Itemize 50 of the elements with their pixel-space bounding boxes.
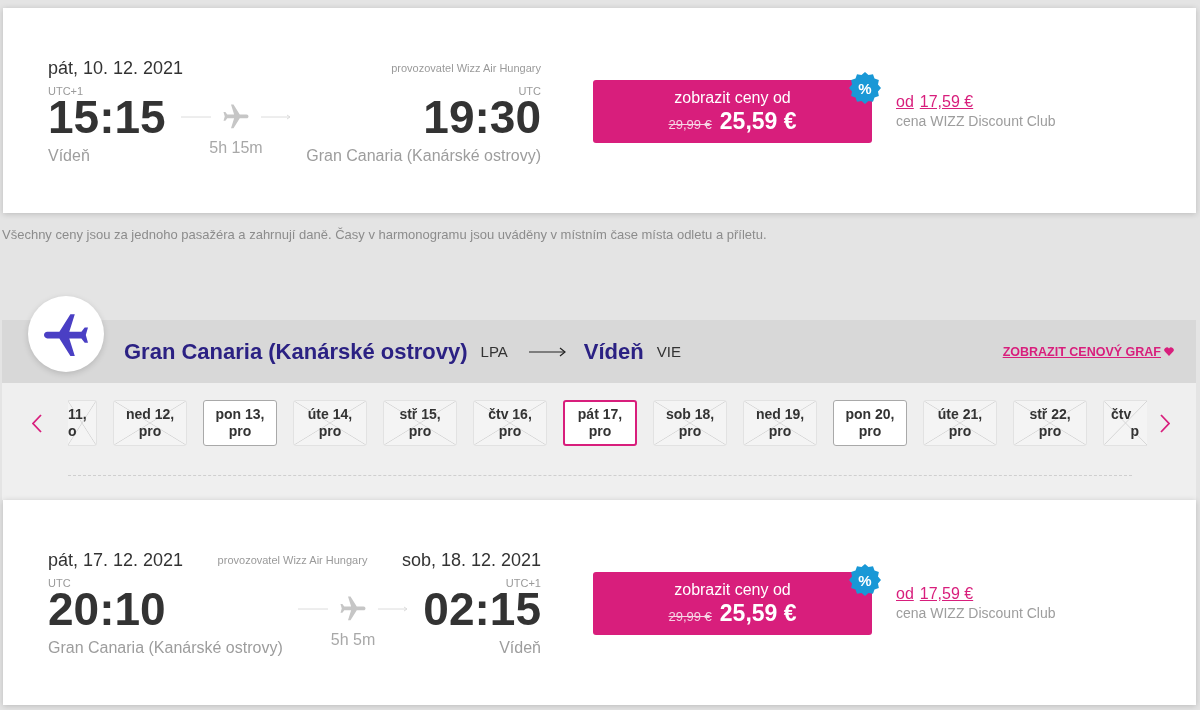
departure-time: 20:10 [48,589,166,629]
date-button[interactable]: ned 12, pro [113,400,187,446]
date-button[interactable]: 11, o [68,400,97,446]
departure-city: Vídeň [48,146,90,166]
club-price-note: cena WIZZ Discount Club [896,112,1056,131]
origin-code: LPA [480,343,508,360]
arrow-icon [528,346,566,357]
departure-time: 15:15 [48,97,166,137]
club-price-link[interactable]: od 17,59 € [896,584,1056,604]
timezone-label: UTC+1 [505,577,541,589]
departure-date: pát, 17. 12. 2021 [48,549,184,571]
heart-icon [1164,347,1174,356]
date-button[interactable]: ned 19, pro [743,400,817,446]
date-button[interactable]: pon 20, pro [833,400,907,446]
discount-badge: % [849,564,881,596]
date-button[interactable]: stř 22, pro [1013,400,1087,446]
price-disclaimer: Všechny ceny jsou za jednoho pasažéra a zahrnují daně. Časy v harmonogramu jsou uváděny v místním čase místa odletu a příletu. [2,227,768,243]
plane-icon [28,296,104,372]
operator-label: provozovatel Wizz Air Hungary [217,553,368,567]
date-button[interactable]: úte 14, pro [293,400,367,446]
arrival-time: 19:30 [423,97,541,137]
date-button[interactable]: úte 21, pro [923,400,997,446]
discount-badge: % [849,72,881,104]
club-price-link[interactable]: od 17,59 € [896,92,1056,112]
arrival-city: Vídeň [499,638,541,658]
date-button[interactable]: pát 17, pro [563,400,637,446]
chevron-left-icon [32,413,42,433]
next-dates-button[interactable] [1160,413,1170,433]
departure-city: Gran Canaria (Kanárské ostrovy) [48,638,283,658]
previous-dates-button[interactable] [32,413,42,433]
club-price-note: cena WIZZ Discount Club [896,604,1056,623]
date-button[interactable]: sob 18, pro [653,400,727,446]
operator-label: provozovatel Wizz Air Hungary [391,61,541,75]
date-button[interactable]: čtv p [1103,400,1147,446]
arrival-city: Gran Canaria (Kanárské ostrovy) [306,146,541,166]
flight-duration: 5h 15m [209,139,263,157]
timezone-label: UTC+1 [48,85,84,97]
date-button[interactable]: čtv 16, pro [473,400,547,446]
arrival-date: sob, 18. 12. 2021 [401,549,541,571]
timezone-label: UTC [518,85,541,97]
flight-duration: 5h 5m [330,631,376,649]
destination-city: Vídeň [583,338,644,365]
chevron-right-icon [1160,413,1170,433]
date-button[interactable]: stř 15, pro [383,400,457,446]
departure-date: pát, 10. 12. 2021 [48,57,184,79]
destination-code: VIE [656,343,681,360]
date-button[interactable]: pon 13, pro [203,400,277,446]
arrival-time: 02:15 [423,589,541,629]
timezone-label: UTC [48,577,71,589]
origin-city: Gran Canaria (Kanárské ostrovy) [124,338,468,365]
